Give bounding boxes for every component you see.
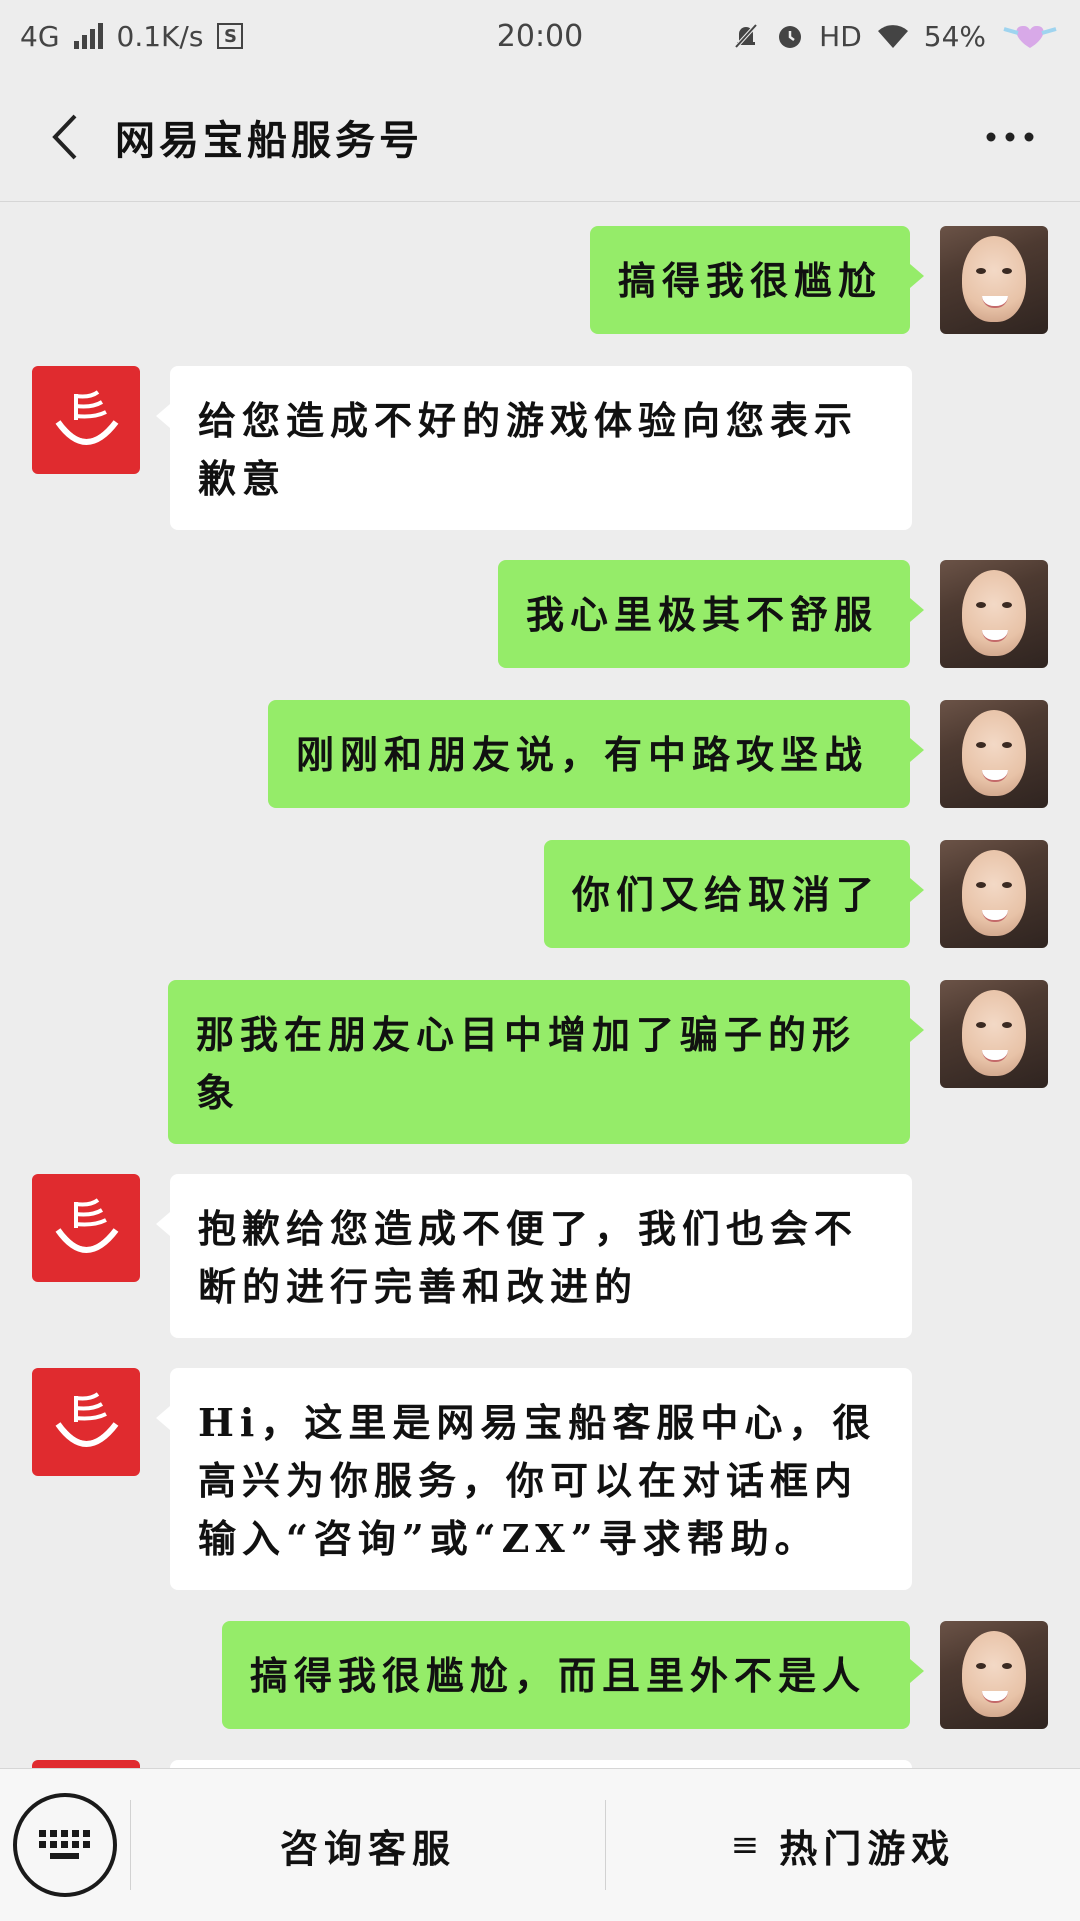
hd-label: HD — [819, 19, 862, 53]
battery-heart-icon — [1000, 21, 1060, 51]
message-row: 给您造成不好的游戏体验向您表示歉意 — [0, 366, 1080, 530]
back-button[interactable] — [25, 97, 105, 177]
page-title: 网易宝船服务号 — [115, 117, 423, 164]
bot-avatar[interactable] — [32, 1368, 140, 1476]
user-message-bubble[interactable]: 搞得我很尴尬 — [590, 226, 924, 334]
message-row: 刚刚和朋友说，有中路攻坚战 — [0, 700, 1080, 808]
message-text: 抱歉给您造成不便了，我们也会不断的进行完善和改进的 — [198, 1206, 859, 1309]
message-row: 抱歉给您造成不便了，我们也会不断的进行完善和改进的 — [0, 1174, 1080, 1338]
menu-label: 热门游戏 — [779, 1825, 956, 1871]
message-text: 你们又给取消了 — [572, 872, 881, 917]
message-text: 我心里极其不舒服 — [526, 592, 879, 637]
battery-level: 54% — [923, 19, 986, 53]
keyboard-icon — [13, 1793, 117, 1897]
bot-avatar[interactable] — [32, 1760, 140, 1768]
status-left: 4G 0.1K/s S — [20, 19, 244, 53]
message-text: 刚刚和朋友说，有中路攻坚战 — [296, 732, 869, 777]
more-dots-icon — [986, 132, 1034, 142]
user-avatar[interactable] — [940, 1621, 1048, 1729]
menu-hot-games[interactable]: ≡ 热门游戏 — [606, 1769, 1080, 1921]
chat-header: 网易宝船服务号 — [0, 72, 1080, 202]
bot-message-bubble[interactable]: 给您造成不好的游戏体验向您表示歉意 — [156, 366, 912, 530]
status-right: HD 54% — [731, 20, 1060, 53]
message-row-partial — [0, 1760, 1080, 1768]
ship-logo-icon — [55, 390, 119, 445]
ship-logo-icon — [55, 1198, 119, 1253]
user-avatar[interactable] — [940, 980, 1048, 1088]
message-row: 搞得我很尴尬 — [0, 226, 1080, 334]
user-avatar[interactable] — [940, 560, 1048, 668]
bot-message-bubble[interactable]: Hi，这里是网易宝船客服中心，很高兴为你服务，你可以在对话框内输入“咨询”或“Z… — [156, 1368, 912, 1590]
message-row: Hi，这里是网易宝船客服中心，很高兴为你服务，你可以在对话框内输入“咨询”或“Z… — [0, 1368, 1080, 1590]
menu-consult-service[interactable]: 咨询客服 — [131, 1769, 605, 1921]
message-row: 那我在朋友心目中增加了骗子的形象 — [0, 980, 1080, 1144]
ship-logo-icon — [55, 1392, 119, 1447]
message-text: 搞得我很尴尬 — [618, 258, 883, 303]
message-text: 搞得我很尴尬，而且里外不是人 — [250, 1653, 867, 1698]
menu-list-icon: ≡ — [730, 1825, 766, 1865]
message-row: 我心里极其不舒服 — [0, 560, 1080, 668]
user-message-bubble[interactable]: 我心里极其不舒服 — [498, 560, 924, 668]
status-bar: 4G 0.1K/s S 20:00 HD 54% — [0, 0, 1080, 72]
message-text: 给您造成不好的游戏体验向您表示歉意 — [198, 398, 859, 501]
alarm-icon — [775, 21, 805, 51]
user-message-bubble[interactable]: 那我在朋友心目中增加了骗子的形象 — [168, 980, 924, 1144]
bottom-menu-bar: 咨询客服 ≡ 热门游戏 — [0, 1768, 1080, 1921]
menu-label: 咨询客服 — [279, 1825, 456, 1871]
user-message-bubble[interactable]: 搞得我很尴尬，而且里外不是人 — [222, 1621, 924, 1729]
more-button[interactable] — [970, 97, 1050, 177]
user-avatar[interactable] — [940, 226, 1048, 334]
mute-bell-icon — [731, 21, 761, 51]
chat-area[interactable]: 搞得我很尴尬 给您造成不好的游戏体验向您表示歉意 我心里极其不舒服 刚刚和朋友说… — [0, 203, 1080, 1768]
back-arrow-icon — [52, 114, 77, 159]
bot-message-bubble[interactable]: 抱歉给您造成不便了，我们也会不断的进行完善和改进的 — [156, 1174, 912, 1338]
bot-message-bubble[interactable] — [170, 1760, 912, 1768]
network-type: 4G — [20, 19, 60, 53]
bot-avatar[interactable] — [32, 1174, 140, 1282]
user-avatar[interactable] — [940, 840, 1048, 948]
user-avatar[interactable] — [940, 700, 1048, 808]
message-text: Hi，这里是网易宝船客服中心，很高兴为你服务，你可以在对话框内输入“咨询”或“Z… — [198, 1400, 877, 1561]
sim-badge-icon: S — [217, 23, 244, 49]
bot-avatar[interactable] — [32, 366, 140, 474]
keyboard-toggle-button[interactable] — [0, 1769, 130, 1921]
user-message-bubble[interactable]: 刚刚和朋友说，有中路攻坚战 — [268, 700, 924, 808]
signal-icon — [73, 23, 103, 49]
wifi-icon — [876, 22, 910, 50]
message-text: 那我在朋友心目中增加了骗子的形象 — [196, 1012, 857, 1115]
network-speed: 0.1K/s — [116, 19, 204, 53]
message-row: 搞得我很尴尬，而且里外不是人 — [0, 1621, 1080, 1729]
user-message-bubble[interactable]: 你们又给取消了 — [544, 840, 924, 948]
message-row: 你们又给取消了 — [0, 840, 1080, 948]
